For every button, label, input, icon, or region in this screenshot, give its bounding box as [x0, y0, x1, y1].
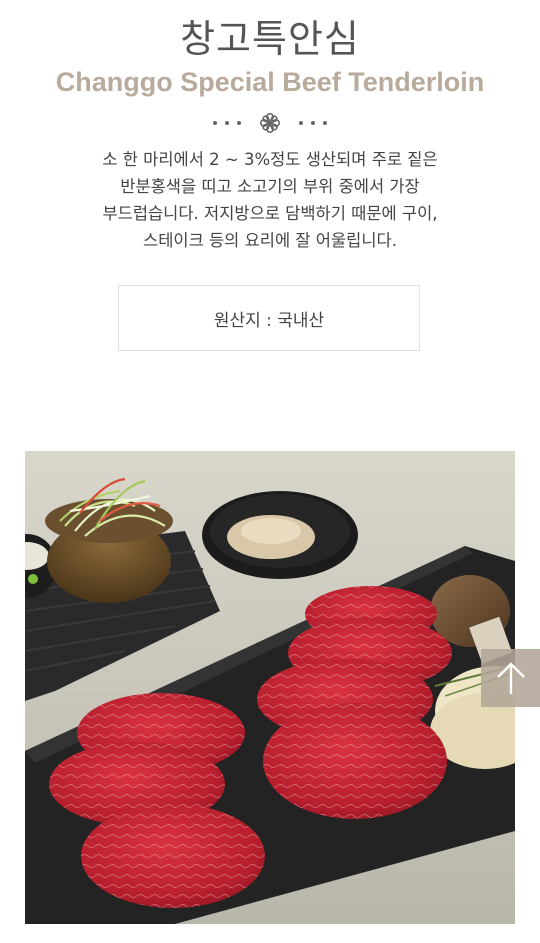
description-line: 소 한 마리에서 2 ~ 3%정도 생산되며 주로 짙은 — [102, 150, 438, 169]
flower-ornament-icon — [259, 112, 281, 134]
divider-dot — [225, 121, 229, 125]
scroll-top-button[interactable] — [481, 649, 540, 707]
divider-dot — [311, 121, 315, 125]
product-description: 소 한 마리에서 2 ~ 3%정도 생산되며 주로 짙은 반분홍색을 띠고 소고… — [0, 146, 540, 254]
description-line: 반분홍색을 띠고 소고기의 부위 중에서 가장 — [120, 177, 420, 196]
ornament-divider — [0, 111, 540, 135]
arrow-up-icon — [496, 662, 525, 694]
description-line: 부드럽습니다. 저지방으로 담백하기 때문에 구이, — [102, 204, 438, 223]
origin-label: 원산지 : 국내산 — [118, 285, 420, 351]
description-line: 스테이크 등의 요리에 잘 어울립니다. — [143, 231, 397, 250]
page-title: 창고특안심 — [180, 17, 360, 61]
divider-dot — [213, 121, 217, 125]
divider-dot — [237, 121, 241, 125]
product-photo — [25, 451, 515, 924]
page-subtitle: Changgo Special Beef Tenderloin — [55, 67, 485, 97]
divider-dot — [323, 121, 327, 125]
divider-dot — [299, 121, 303, 125]
